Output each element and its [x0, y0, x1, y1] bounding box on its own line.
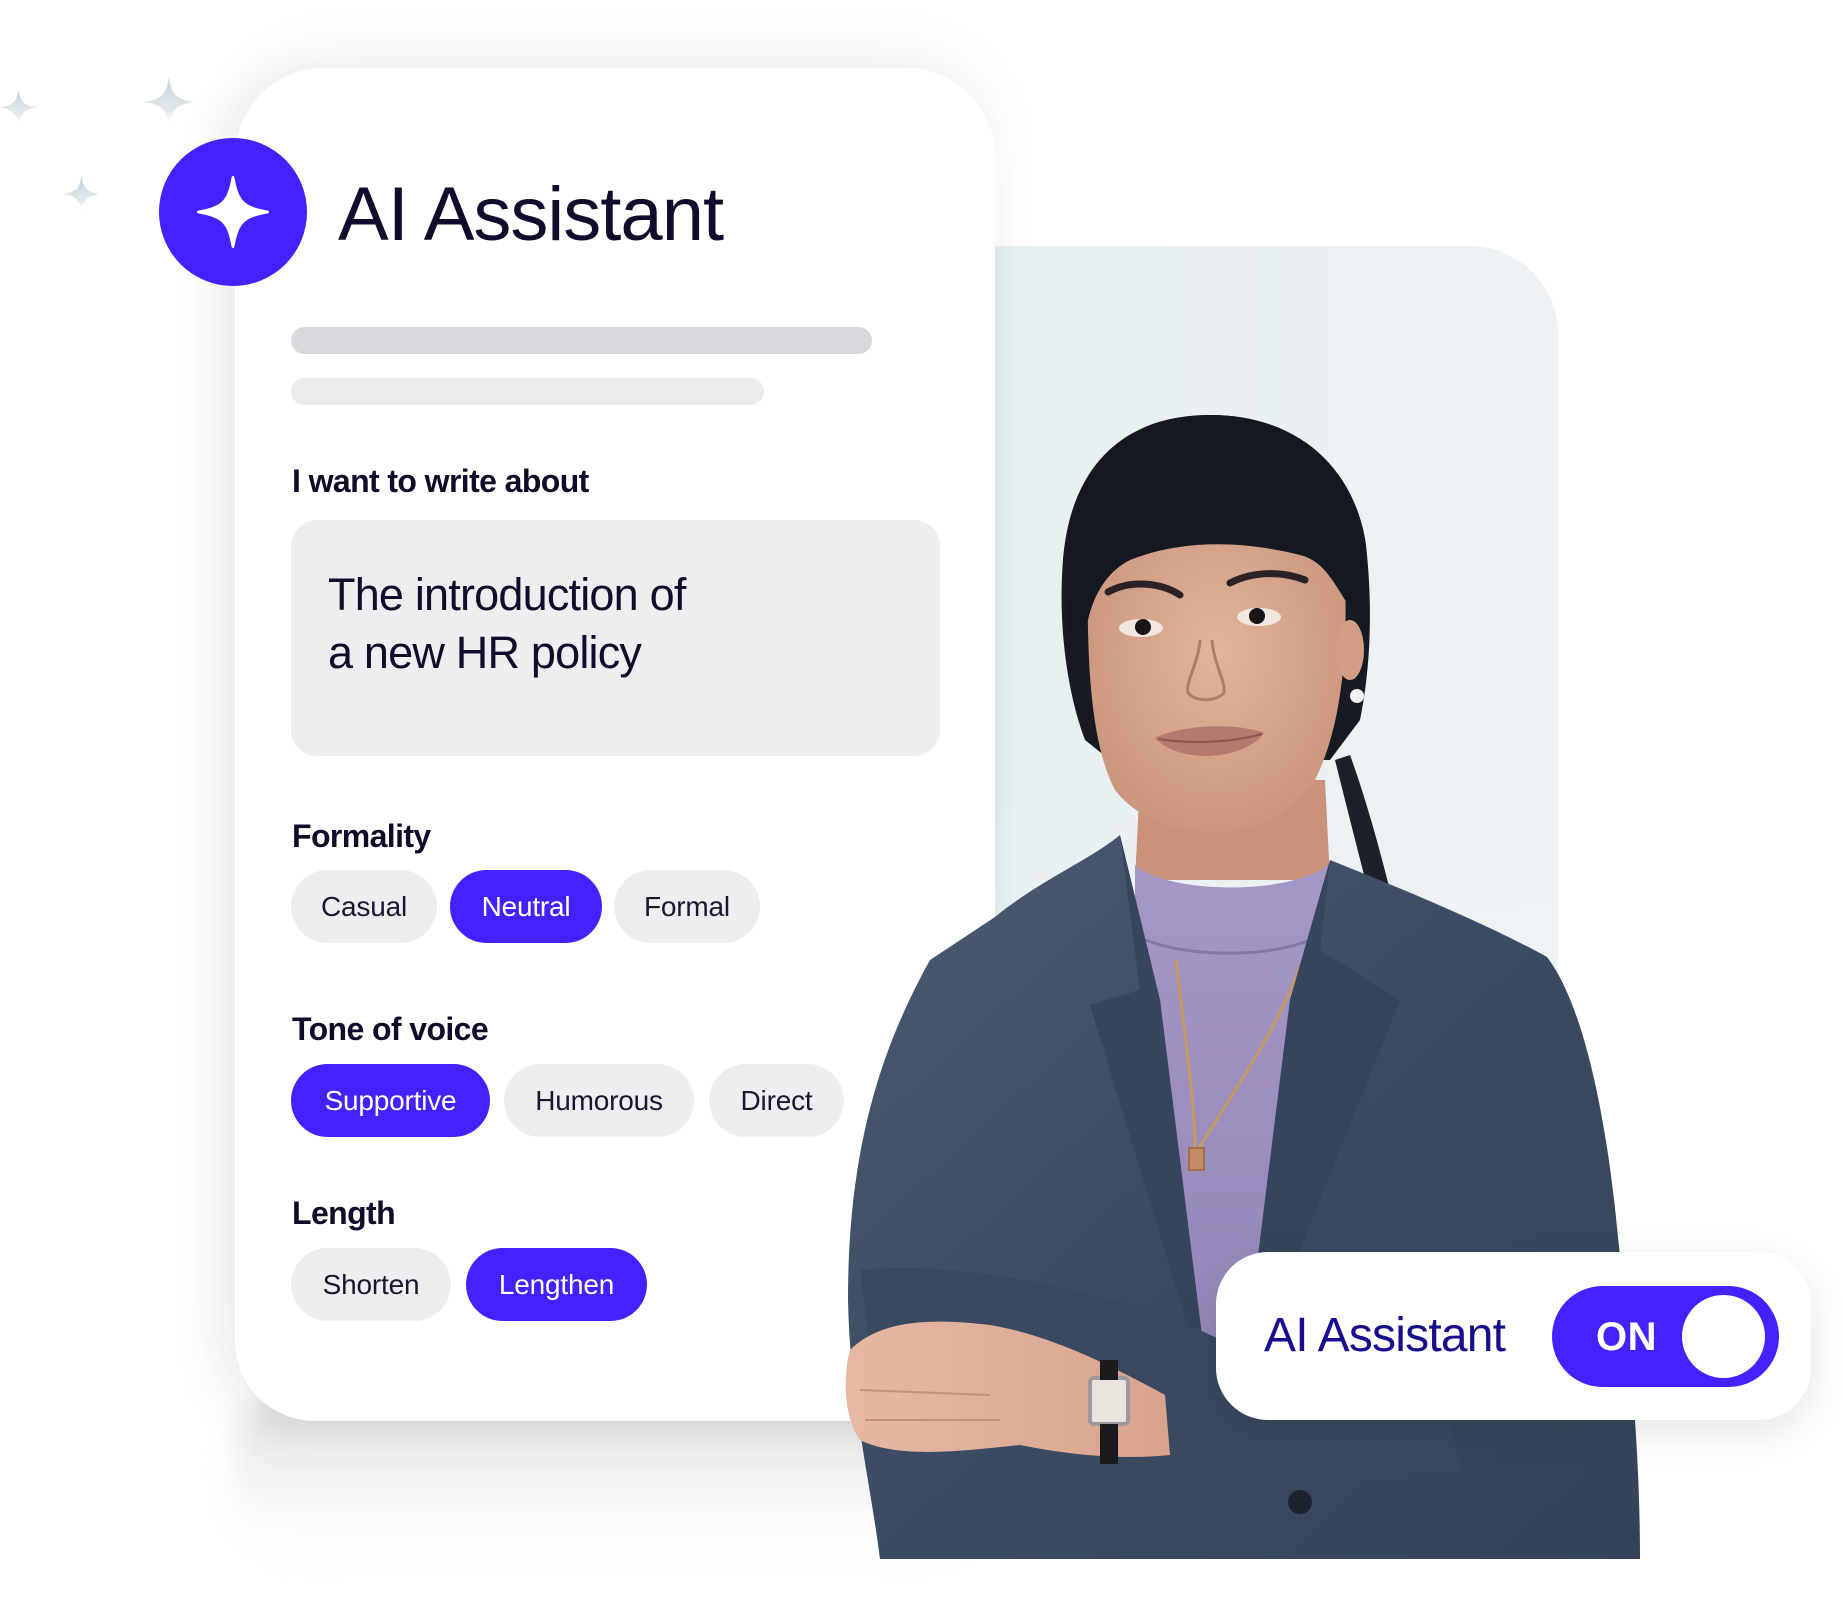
chip-supportive[interactable]: Supportive [291, 1064, 490, 1137]
chip-lengthen[interactable]: Lengthen [466, 1248, 647, 1321]
sparkle-icon [63, 175, 100, 213]
sparkle-icon [0, 89, 37, 126]
prompt-input-value: The introduction of a new HR policy [328, 569, 686, 678]
sparkle-icon [197, 176, 269, 248]
skeleton-line [291, 327, 872, 354]
toggle-knob[interactable] [1682, 1295, 1765, 1378]
panel-title: AI Assistant [338, 172, 724, 257]
chip-direct[interactable]: Direct [709, 1064, 844, 1137]
chip-formal[interactable]: Formal [614, 870, 760, 943]
chip-neutral[interactable]: Neutral [450, 870, 602, 943]
ai-assistant-toggle-card: AI Assistant ON [1216, 1252, 1811, 1420]
formality-label: Formality [292, 818, 431, 854]
chip-casual[interactable]: Casual [291, 870, 437, 943]
sparkle-icon [144, 77, 194, 127]
chip-shorten[interactable]: Shorten [291, 1248, 451, 1321]
tone-of-voice-label: Tone of voice [292, 1011, 489, 1047]
length-label: Length [292, 1195, 396, 1231]
prompt-input[interactable]: The introduction of a new HR policy [291, 520, 940, 756]
prompt-label: I want to write about [292, 463, 589, 499]
toggle-label: AI Assistant [1264, 1309, 1506, 1362]
skeleton-line [291, 378, 764, 405]
ai-assistant-badge [159, 138, 307, 286]
ai-assistant-toggle[interactable]: ON [1552, 1286, 1779, 1387]
chip-humorous[interactable]: Humorous [504, 1064, 694, 1137]
toggle-state-text: ON [1596, 1315, 1657, 1359]
